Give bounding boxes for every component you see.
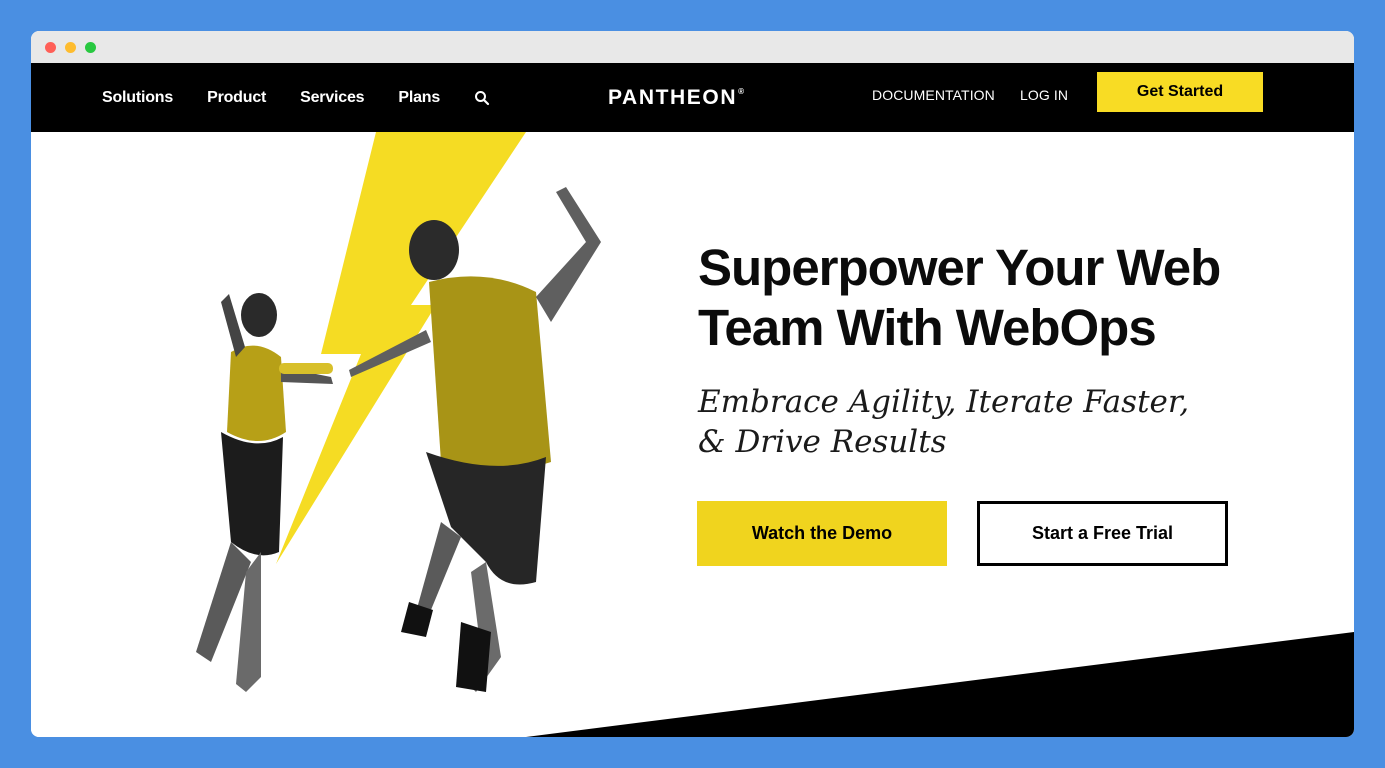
logo-wordmark: PANTHEON: [608, 85, 738, 109]
login-link[interactable]: LOG IN: [1020, 87, 1068, 103]
primary-nav: Solutions Product Services Plans: [102, 63, 490, 132]
nav-item-services[interactable]: Services: [300, 89, 364, 107]
watch-demo-button[interactable]: Watch the Demo: [697, 501, 947, 566]
hero-subheadline: Embrace Agility, Iterate Faster, & Drive…: [698, 384, 1190, 460]
nav-item-plans[interactable]: Plans: [398, 89, 440, 107]
minimize-window-button[interactable]: [65, 42, 76, 53]
hero-section: Superpower Your Web Team With WebOps Emb…: [31, 132, 1354, 737]
search-icon[interactable]: [474, 90, 490, 106]
close-window-button[interactable]: [45, 42, 56, 53]
get-started-button[interactable]: Get Started: [1097, 72, 1263, 112]
zoom-window-button[interactable]: [85, 42, 96, 53]
start-free-trial-button[interactable]: Start a Free Trial: [977, 501, 1228, 566]
hero-headline: Superpower Your Web Team With WebOps: [698, 239, 1221, 356]
nav-item-product[interactable]: Product: [207, 89, 266, 107]
registered-mark: ®: [738, 87, 744, 96]
browser-window: Solutions Product Services Plans PANTHEO…: [31, 31, 1354, 737]
hero-athletes-image: [196, 132, 601, 692]
documentation-link[interactable]: DOCUMENTATION: [872, 87, 995, 103]
nav-item-solutions[interactable]: Solutions: [102, 89, 173, 107]
pantheon-logo[interactable]: PANTHEON ®: [608, 63, 744, 132]
window-titlebar: [31, 31, 1354, 63]
